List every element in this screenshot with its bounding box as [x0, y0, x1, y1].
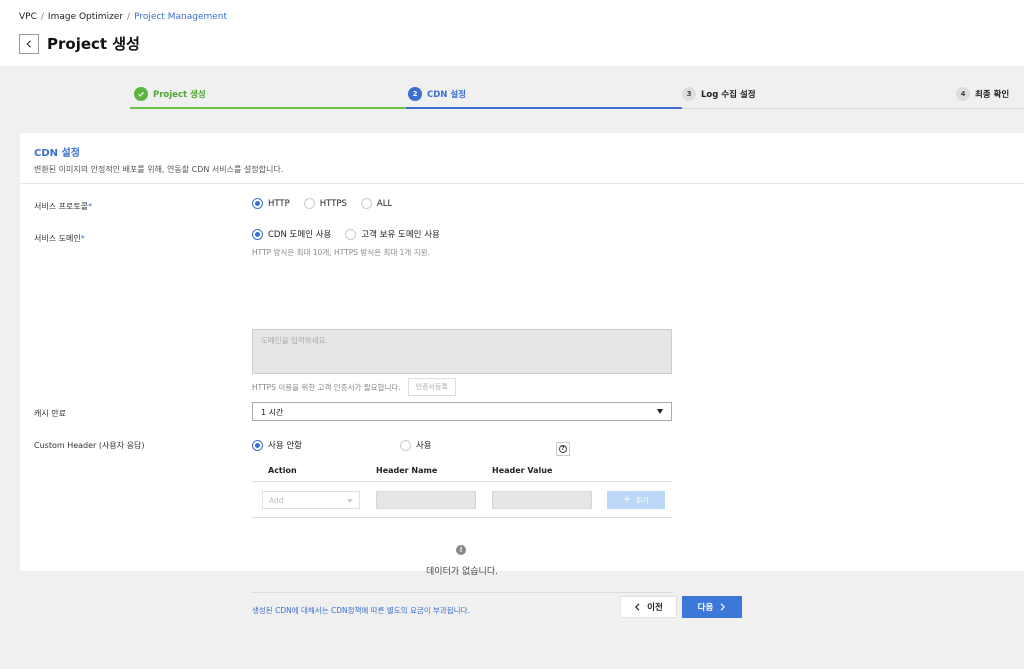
certificate-row: HTTPS 이용을 위한 고객 인증서가 필요합니다. 인증서등록 — [252, 378, 456, 396]
step-label: Log 수집 설정 — [701, 90, 756, 100]
empty-state: ! 데이터가 없습니다. — [252, 518, 672, 593]
question-icon: ? — [559, 445, 567, 453]
dropdown-arrow-icon — [347, 499, 353, 503]
protocol-option-all[interactable]: ALL — [360, 198, 392, 209]
chevron-right-icon — [720, 603, 726, 611]
breadcrumb-separator: / — [127, 12, 131, 22]
cdn-settings-card: CDN 설정 변환된 이미지의 안정적인 배포를 위해, 연동할 CDN 서비스… — [20, 133, 1024, 615]
required-mark: * — [88, 202, 93, 211]
custom-header-option-off[interactable]: 사용 안함 — [252, 439, 302, 451]
help-button[interactable]: ? — [556, 442, 570, 456]
header-input-row: Add + 추가 — [252, 482, 672, 518]
step-number: 3 — [682, 87, 696, 101]
breadcrumb-separator: / — [40, 12, 44, 22]
plus-icon: + — [622, 494, 632, 505]
stepper-track-active — [406, 107, 682, 109]
card-title: CDN 설정 — [34, 148, 80, 159]
breadcrumb-vpc[interactable]: VPC — [19, 12, 37, 22]
cdn-fee-note: 생성된 CDN에 대해서는 CDN정책에 따른 별도의 요금이 부과됩니다. — [252, 606, 470, 615]
chevron-left-icon — [635, 603, 640, 611]
next-button[interactable]: 다음 — [682, 596, 742, 618]
prev-button[interactable]: 이전 — [620, 596, 677, 618]
chevron-left-icon — [26, 40, 31, 48]
radio-button[interactable] — [360, 198, 372, 209]
empty-state-text: 데이터가 없습니다. — [426, 567, 498, 577]
cache-expiry-value: 1 시간 — [261, 408, 284, 417]
custom-header-option-on[interactable]: 사용 — [399, 439, 432, 451]
add-header-button[interactable]: + 추가 — [607, 491, 665, 509]
stepper-track-done — [130, 107, 406, 109]
main-content: Project 생성 2 CDN 설정 3 Log 수집 설정 4 최종 확인 … — [0, 66, 1024, 669]
info-icon: ! — [456, 545, 466, 555]
page-title: Project 생성 — [47, 35, 140, 53]
domain-input[interactable]: 도메인을 입력하세요. — [252, 329, 672, 374]
step-number: 2 — [408, 87, 422, 101]
domain-option-cdn[interactable]: CDN 도메인 사용 — [252, 228, 331, 240]
step-project-create: Project 생성 — [134, 87, 206, 101]
breadcrumb-project-management[interactable]: Project Management — [134, 12, 227, 22]
check-icon — [134, 87, 148, 101]
back-button[interactable] — [19, 34, 39, 54]
breadcrumb: VPC / Image Optimizer / Project Manageme… — [19, 12, 227, 22]
protocol-radio-group: HTTP HTTPS ALL — [252, 198, 406, 209]
card-header: CDN 설정 변환된 이미지의 안정적인 배포를 위해, 연동할 CDN 서비스… — [20, 133, 1024, 184]
protocol-label: 서비스 프로토콜* — [34, 202, 93, 211]
cache-label: 캐시 만료 — [34, 409, 66, 418]
domain-option-custom[interactable]: 고객 보유 도메인 사용 — [345, 228, 440, 240]
custom-header-radio-group: 사용 안함 사용 — [252, 439, 446, 451]
table-header: Action Header Name Header Value — [252, 460, 672, 482]
step-log-settings: 3 Log 수집 설정 — [682, 87, 756, 101]
radio-button[interactable] — [252, 228, 263, 240]
radio-button[interactable] — [345, 228, 357, 240]
dropdown-arrow-icon — [657, 409, 663, 414]
step-final-confirm: 4 최종 확인 — [956, 87, 1009, 101]
custom-header-label: Custom Header (사용자 응답) — [34, 441, 145, 450]
cache-expiry-select[interactable]: 1 시간 — [252, 402, 672, 421]
card-description: 변환된 이미지의 안정적인 배포를 위해, 연동할 CDN 서비스를 설정합니다… — [34, 165, 284, 174]
action-select[interactable]: Add — [262, 491, 360, 509]
radio-button[interactable] — [252, 198, 263, 209]
domain-radio-group: CDN 도메인 사용 고객 보유 도메인 사용 — [252, 228, 454, 240]
step-label: Project 생성 — [153, 90, 206, 100]
domain-label: 서비스 도메인* — [34, 234, 85, 243]
required-mark: * — [80, 234, 85, 243]
protocol-option-https[interactable]: HTTPS — [303, 198, 347, 209]
certificate-register-button[interactable]: 인증서등록 — [407, 378, 456, 396]
step-label: CDN 설정 — [427, 90, 467, 100]
certificate-hint: HTTPS 이용을 위한 고객 인증서가 필요합니다. — [252, 382, 401, 392]
radio-button[interactable] — [303, 198, 315, 209]
column-header-name: Header Name — [376, 466, 438, 475]
radio-button[interactable] — [252, 439, 263, 451]
step-number: 4 — [956, 87, 970, 101]
column-header-value: Header Value — [492, 466, 553, 475]
page-header: VPC / Image Optimizer / Project Manageme… — [0, 0, 1024, 66]
step-cdn-settings: 2 CDN 설정 — [408, 87, 466, 101]
radio-button[interactable] — [399, 439, 411, 451]
column-action: Action — [268, 466, 297, 475]
domain-hint: HTTP 방식은 최대 10개, HTTPS 방식은 최대 1개 지원. — [252, 248, 430, 257]
header-name-input[interactable] — [376, 491, 476, 509]
breadcrumb-image-optimizer[interactable]: Image Optimizer — [48, 12, 123, 22]
custom-header-table: Action Header Name Header Value Add + 추가… — [252, 460, 672, 593]
step-label: 최종 확인 — [975, 90, 1010, 100]
protocol-option-http[interactable]: HTTP — [252, 198, 290, 209]
header-value-input[interactable] — [492, 491, 592, 509]
stepper: Project 생성 2 CDN 설정 3 Log 수집 설정 4 최종 확인 — [0, 66, 1024, 110]
